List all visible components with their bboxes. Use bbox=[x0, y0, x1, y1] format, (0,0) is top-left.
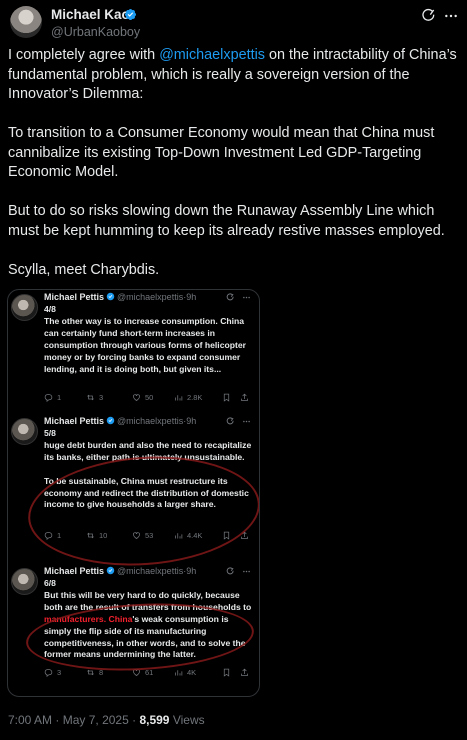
grok-icon bbox=[226, 293, 234, 301]
embedded-action-bar: 1 10 53 4.4K bbox=[44, 531, 254, 543]
bookmark-icon bbox=[223, 531, 230, 540]
embedded-screenshot-image[interactable]: Michael Pettis @michaelxpettis·9h 4/8 The… bbox=[7, 289, 260, 697]
view-count: 8,599 bbox=[139, 713, 170, 727]
embedded-tweet: Michael Pettis @michaelxpettis·9h 6/8 But… bbox=[8, 566, 259, 696]
embedded-avatar bbox=[11, 418, 38, 445]
verified-badge-icon bbox=[106, 566, 115, 575]
embedded-avatar bbox=[11, 294, 38, 321]
verified-badge-icon bbox=[106, 292, 115, 301]
grok-icon bbox=[226, 567, 234, 575]
thread-count: 6/8 bbox=[44, 578, 56, 588]
embedded-tweet-text: 5/8 huge debt burden and also the need t… bbox=[44, 428, 256, 511]
verified-badge-icon bbox=[106, 416, 115, 425]
bookmark-icon bbox=[223, 668, 230, 677]
embedded-action-bar: 3 8 61 4K bbox=[44, 668, 254, 680]
embedded-author-name: Michael Pettis bbox=[44, 566, 105, 576]
embedded-tweet-text: 6/8 But this will be very hard to do qui… bbox=[44, 578, 256, 661]
share-icon bbox=[241, 668, 248, 676]
repost-icon bbox=[87, 532, 94, 539]
views-icon bbox=[175, 395, 183, 401]
more-icon bbox=[243, 296, 250, 299]
views-icon bbox=[175, 533, 183, 539]
embedded-handle: @michaelxpettis bbox=[117, 416, 184, 426]
thread-count: 4/8 bbox=[44, 304, 56, 314]
author-name[interactable]: Michael Kao bbox=[51, 7, 130, 22]
like-icon bbox=[133, 669, 140, 676]
verified-badge-icon bbox=[124, 8, 137, 21]
reply-icon bbox=[44, 394, 53, 402]
tweet-paragraph: I completely agree with @michaelxpettis … bbox=[8, 47, 457, 102]
tweet-paragraph: Scylla, meet Charybdis. bbox=[8, 261, 160, 278]
embedded-action-bar: 1 3 50 2.8K bbox=[44, 393, 254, 405]
tweet-header: Michael Kao @UrbanKaoboy bbox=[8, 4, 459, 44]
embedded-author-name: Michael Pettis bbox=[44, 292, 105, 302]
thread-count: 5/8 bbox=[44, 428, 56, 438]
embedded-time: 9h bbox=[186, 292, 197, 302]
embedded-tweet-header: Michael Pettis @michaelxpettis·9h bbox=[44, 292, 197, 302]
post-time[interactable]: 7:00 AM bbox=[8, 713, 52, 727]
embedded-tweet-text: 4/8 The other way is to increase consump… bbox=[44, 304, 256, 375]
post-date[interactable]: May 7, 2025 bbox=[63, 713, 129, 727]
embedded-tweet-header: Michael Pettis @michaelxpettis·9h bbox=[44, 566, 197, 576]
grok-icon bbox=[226, 417, 234, 425]
embedded-tweet-header: Michael Pettis @michaelxpettis·9h bbox=[44, 416, 197, 426]
more-icon bbox=[243, 420, 250, 423]
embedded-tweet: Michael Pettis @michaelxpettis·9h 5/8 hug… bbox=[8, 416, 259, 566]
tweet-text: I completely agree with @michaelxpettis … bbox=[8, 46, 458, 300]
repost-icon bbox=[87, 394, 94, 401]
like-icon bbox=[133, 394, 140, 401]
avatar[interactable] bbox=[10, 6, 42, 38]
like-icon bbox=[133, 532, 140, 539]
views-icon bbox=[175, 670, 183, 676]
share-icon bbox=[241, 531, 248, 539]
embedded-time: 9h bbox=[186, 566, 197, 576]
more-icon bbox=[243, 570, 250, 573]
reply-icon bbox=[44, 532, 53, 540]
repost-icon bbox=[87, 669, 94, 676]
grok-icon[interactable] bbox=[421, 8, 437, 24]
mention-link[interactable]: @michaelxpettis bbox=[159, 47, 265, 63]
author-handle[interactable]: @UrbanKaoboy bbox=[51, 25, 140, 39]
reply-icon bbox=[44, 669, 53, 677]
tweet-paragraph: But to do so risks slowing down the Runa… bbox=[8, 203, 445, 239]
embedded-handle: @michaelxpettis bbox=[117, 292, 184, 302]
bookmark-icon bbox=[223, 393, 230, 402]
embedded-author-name: Michael Pettis bbox=[44, 416, 105, 426]
share-icon bbox=[241, 393, 248, 401]
views-label: Views bbox=[172, 713, 205, 727]
tweet-paragraph: To transition to a Consumer Economy woul… bbox=[8, 125, 435, 180]
embedded-handle: @michaelxpettis bbox=[117, 566, 184, 576]
more-icon[interactable] bbox=[443, 8, 459, 24]
embedded-time: 9h bbox=[186, 416, 197, 426]
embedded-avatar bbox=[11, 568, 38, 595]
tweet-footer: 7:00 AM · May 7, 2025 · 8,599 Views bbox=[8, 713, 205, 727]
embedded-tweet: Michael Pettis @michaelxpettis·9h 4/8 The… bbox=[8, 292, 259, 412]
